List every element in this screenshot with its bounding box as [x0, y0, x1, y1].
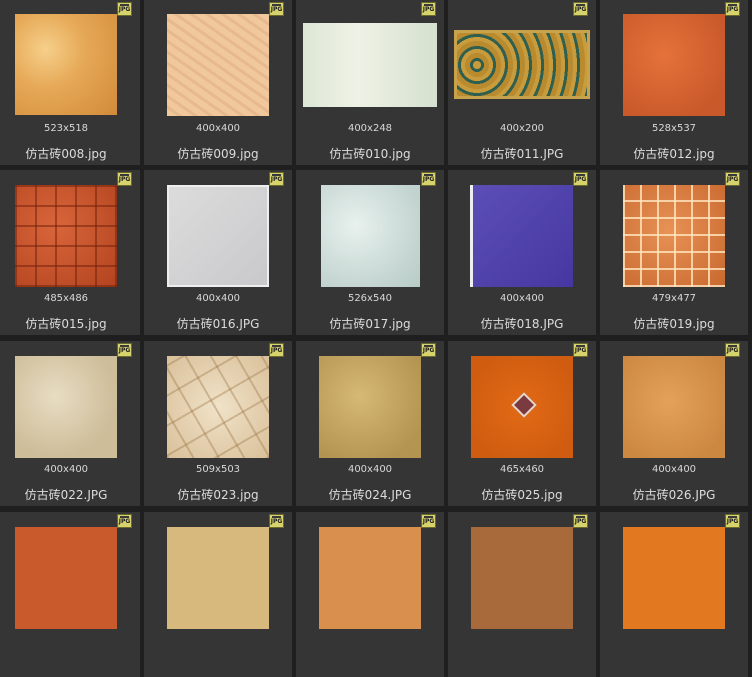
thumbnail-item[interactable]: JPG 485x486 仿古砖015.jpg [0, 170, 140, 335]
image-dimensions: 528x537 [651, 123, 697, 134]
file-name[interactable]: 仿古砖026.JPG [600, 486, 748, 503]
thumbnail-item[interactable]: JPG 523x518 仿古砖008.jpg [0, 0, 140, 165]
thumbnail-image[interactable] [623, 14, 725, 116]
image-dimensions: 400x200 [499, 123, 545, 134]
file-name[interactable]: 仿古砖009.jpg [144, 145, 292, 162]
jpg-badge-icon: JPG [725, 2, 740, 16]
jpg-badge-icon: JPG [573, 343, 588, 357]
thumbnail-image[interactable] [15, 14, 117, 115]
image-dimensions: 400x400 [195, 123, 241, 134]
jpg-badge-icon: JPG [117, 172, 132, 186]
thumbnail-item[interactable]: JPG 400x200 仿古砖011.JPG [448, 0, 596, 165]
file-name[interactable]: 仿古砖011.JPG [448, 145, 596, 162]
thumbnail-image[interactable] [471, 527, 573, 629]
thumbnail-image[interactable] [321, 185, 420, 287]
image-dimensions: 526x540 [347, 293, 393, 304]
thumbnail-item[interactable]: JPG [600, 512, 748, 677]
thumbnail-image[interactable] [167, 527, 269, 629]
thumbnail-item[interactable]: JPG [0, 512, 140, 677]
thumbnail-item[interactable]: JPG 400x400 仿古砖026.JPG [600, 341, 748, 506]
thumbnail-image[interactable] [15, 527, 117, 629]
thumbnail-item[interactable]: JPG 528x537 仿古砖012.jpg [600, 0, 748, 165]
image-dimensions: 400x400 [43, 464, 89, 475]
jpg-badge-icon: JPG [117, 514, 132, 528]
thumbnail-item[interactable]: JPG 479x477 仿古砖019.jpg [600, 170, 748, 335]
thumbnail-grid: JPG 523x518 仿古砖008.jpg JPG 400x400 仿古砖00… [0, 0, 752, 677]
thumbnail-image[interactable] [303, 23, 437, 107]
file-name[interactable]: 仿古砖008.jpg [0, 145, 140, 162]
image-dimensions: 465x460 [499, 464, 545, 475]
jpg-badge-icon: JPG [269, 514, 284, 528]
file-name[interactable]: 仿古砖016.JPG [144, 315, 292, 332]
jpg-badge-icon: JPG [421, 2, 436, 16]
thumbnail-item[interactable]: JPG 400x248 仿古砖010.jpg [296, 0, 444, 165]
file-name[interactable]: 仿古砖010.jpg [296, 145, 444, 162]
thumbnail-image[interactable] [167, 356, 269, 458]
thumbnail-item[interactable]: JPG 509x503 仿古砖023.jpg [144, 341, 292, 506]
jpg-badge-icon: JPG [117, 343, 132, 357]
image-dimensions: 400x400 [651, 464, 697, 475]
thumbnail-image[interactable] [471, 356, 573, 458]
thumbnail-image[interactable] [454, 30, 590, 99]
thumbnail-image[interactable] [623, 185, 725, 287]
jpg-badge-icon: JPG [421, 514, 436, 528]
jpg-badge-icon: JPG [269, 2, 284, 16]
file-name[interactable]: 仿古砖015.jpg [0, 315, 140, 332]
thumbnail-item[interactable]: JPG 400x400 仿古砖009.jpg [144, 0, 292, 165]
thumbnail-item[interactable]: JPG 400x400 仿古砖016.JPG [144, 170, 292, 335]
file-name[interactable]: 仿古砖023.jpg [144, 486, 292, 503]
image-dimensions: 400x400 [195, 293, 241, 304]
thumbnail-image[interactable] [319, 527, 421, 629]
file-name[interactable]: 仿古砖025.jpg [448, 486, 596, 503]
thumbnail-item[interactable]: JPG 465x460 仿古砖025.jpg [448, 341, 596, 506]
thumbnail-image[interactable] [15, 356, 117, 458]
jpg-badge-icon: JPG [725, 343, 740, 357]
jpg-badge-icon: JPG [573, 514, 588, 528]
thumbnail-item[interactable]: JPG 400x400 仿古砖024.JPG [296, 341, 444, 506]
thumbnail-image[interactable] [623, 527, 725, 629]
file-name[interactable]: 仿古砖017.jpg [296, 315, 444, 332]
thumbnail-image[interactable] [15, 185, 117, 287]
thumbnail-image[interactable] [623, 356, 725, 458]
file-name[interactable]: 仿古砖024.JPG [296, 486, 444, 503]
file-name[interactable]: 仿古砖019.jpg [600, 315, 748, 332]
thumbnail-item[interactable]: JPG 400x400 仿古砖018.JPG [448, 170, 596, 335]
thumbnail-image[interactable] [319, 356, 421, 458]
jpg-badge-icon: JPG [573, 172, 588, 186]
image-dimensions: 523x518 [43, 123, 89, 134]
image-dimensions: 400x400 [347, 464, 393, 475]
jpg-badge-icon: JPG [725, 172, 740, 186]
jpg-badge-icon: JPG [117, 2, 132, 16]
jpg-badge-icon: JPG [725, 514, 740, 528]
jpg-badge-icon: JPG [573, 2, 588, 16]
thumbnail-item[interactable]: JPG [448, 512, 596, 677]
jpg-badge-icon: JPG [269, 343, 284, 357]
image-dimensions: 479x477 [651, 293, 697, 304]
image-dimensions: 509x503 [195, 464, 241, 475]
thumbnail-item[interactable]: JPG 526x540 仿古砖017.jpg [296, 170, 444, 335]
diamond-inlay-icon [511, 392, 537, 418]
thumbnail-image[interactable] [167, 14, 269, 116]
file-name[interactable]: 仿古砖012.jpg [600, 145, 748, 162]
image-dimensions: 400x248 [347, 123, 393, 134]
thumbnail-item[interactable]: JPG [296, 512, 444, 677]
jpg-badge-icon: JPG [269, 172, 284, 186]
thumbnail-item[interactable]: JPG [144, 512, 292, 677]
file-name[interactable]: 仿古砖018.JPG [448, 315, 596, 332]
thumbnail-item[interactable]: JPG 400x400 仿古砖022.JPG [0, 341, 140, 506]
thumbnail-image[interactable] [470, 185, 573, 287]
file-name[interactable]: 仿古砖022.JPG [0, 486, 140, 503]
image-dimensions: 400x400 [499, 293, 545, 304]
thumbnail-image[interactable] [167, 185, 269, 287]
image-dimensions: 485x486 [43, 293, 89, 304]
jpg-badge-icon: JPG [421, 172, 436, 186]
jpg-badge-icon: JPG [421, 343, 436, 357]
